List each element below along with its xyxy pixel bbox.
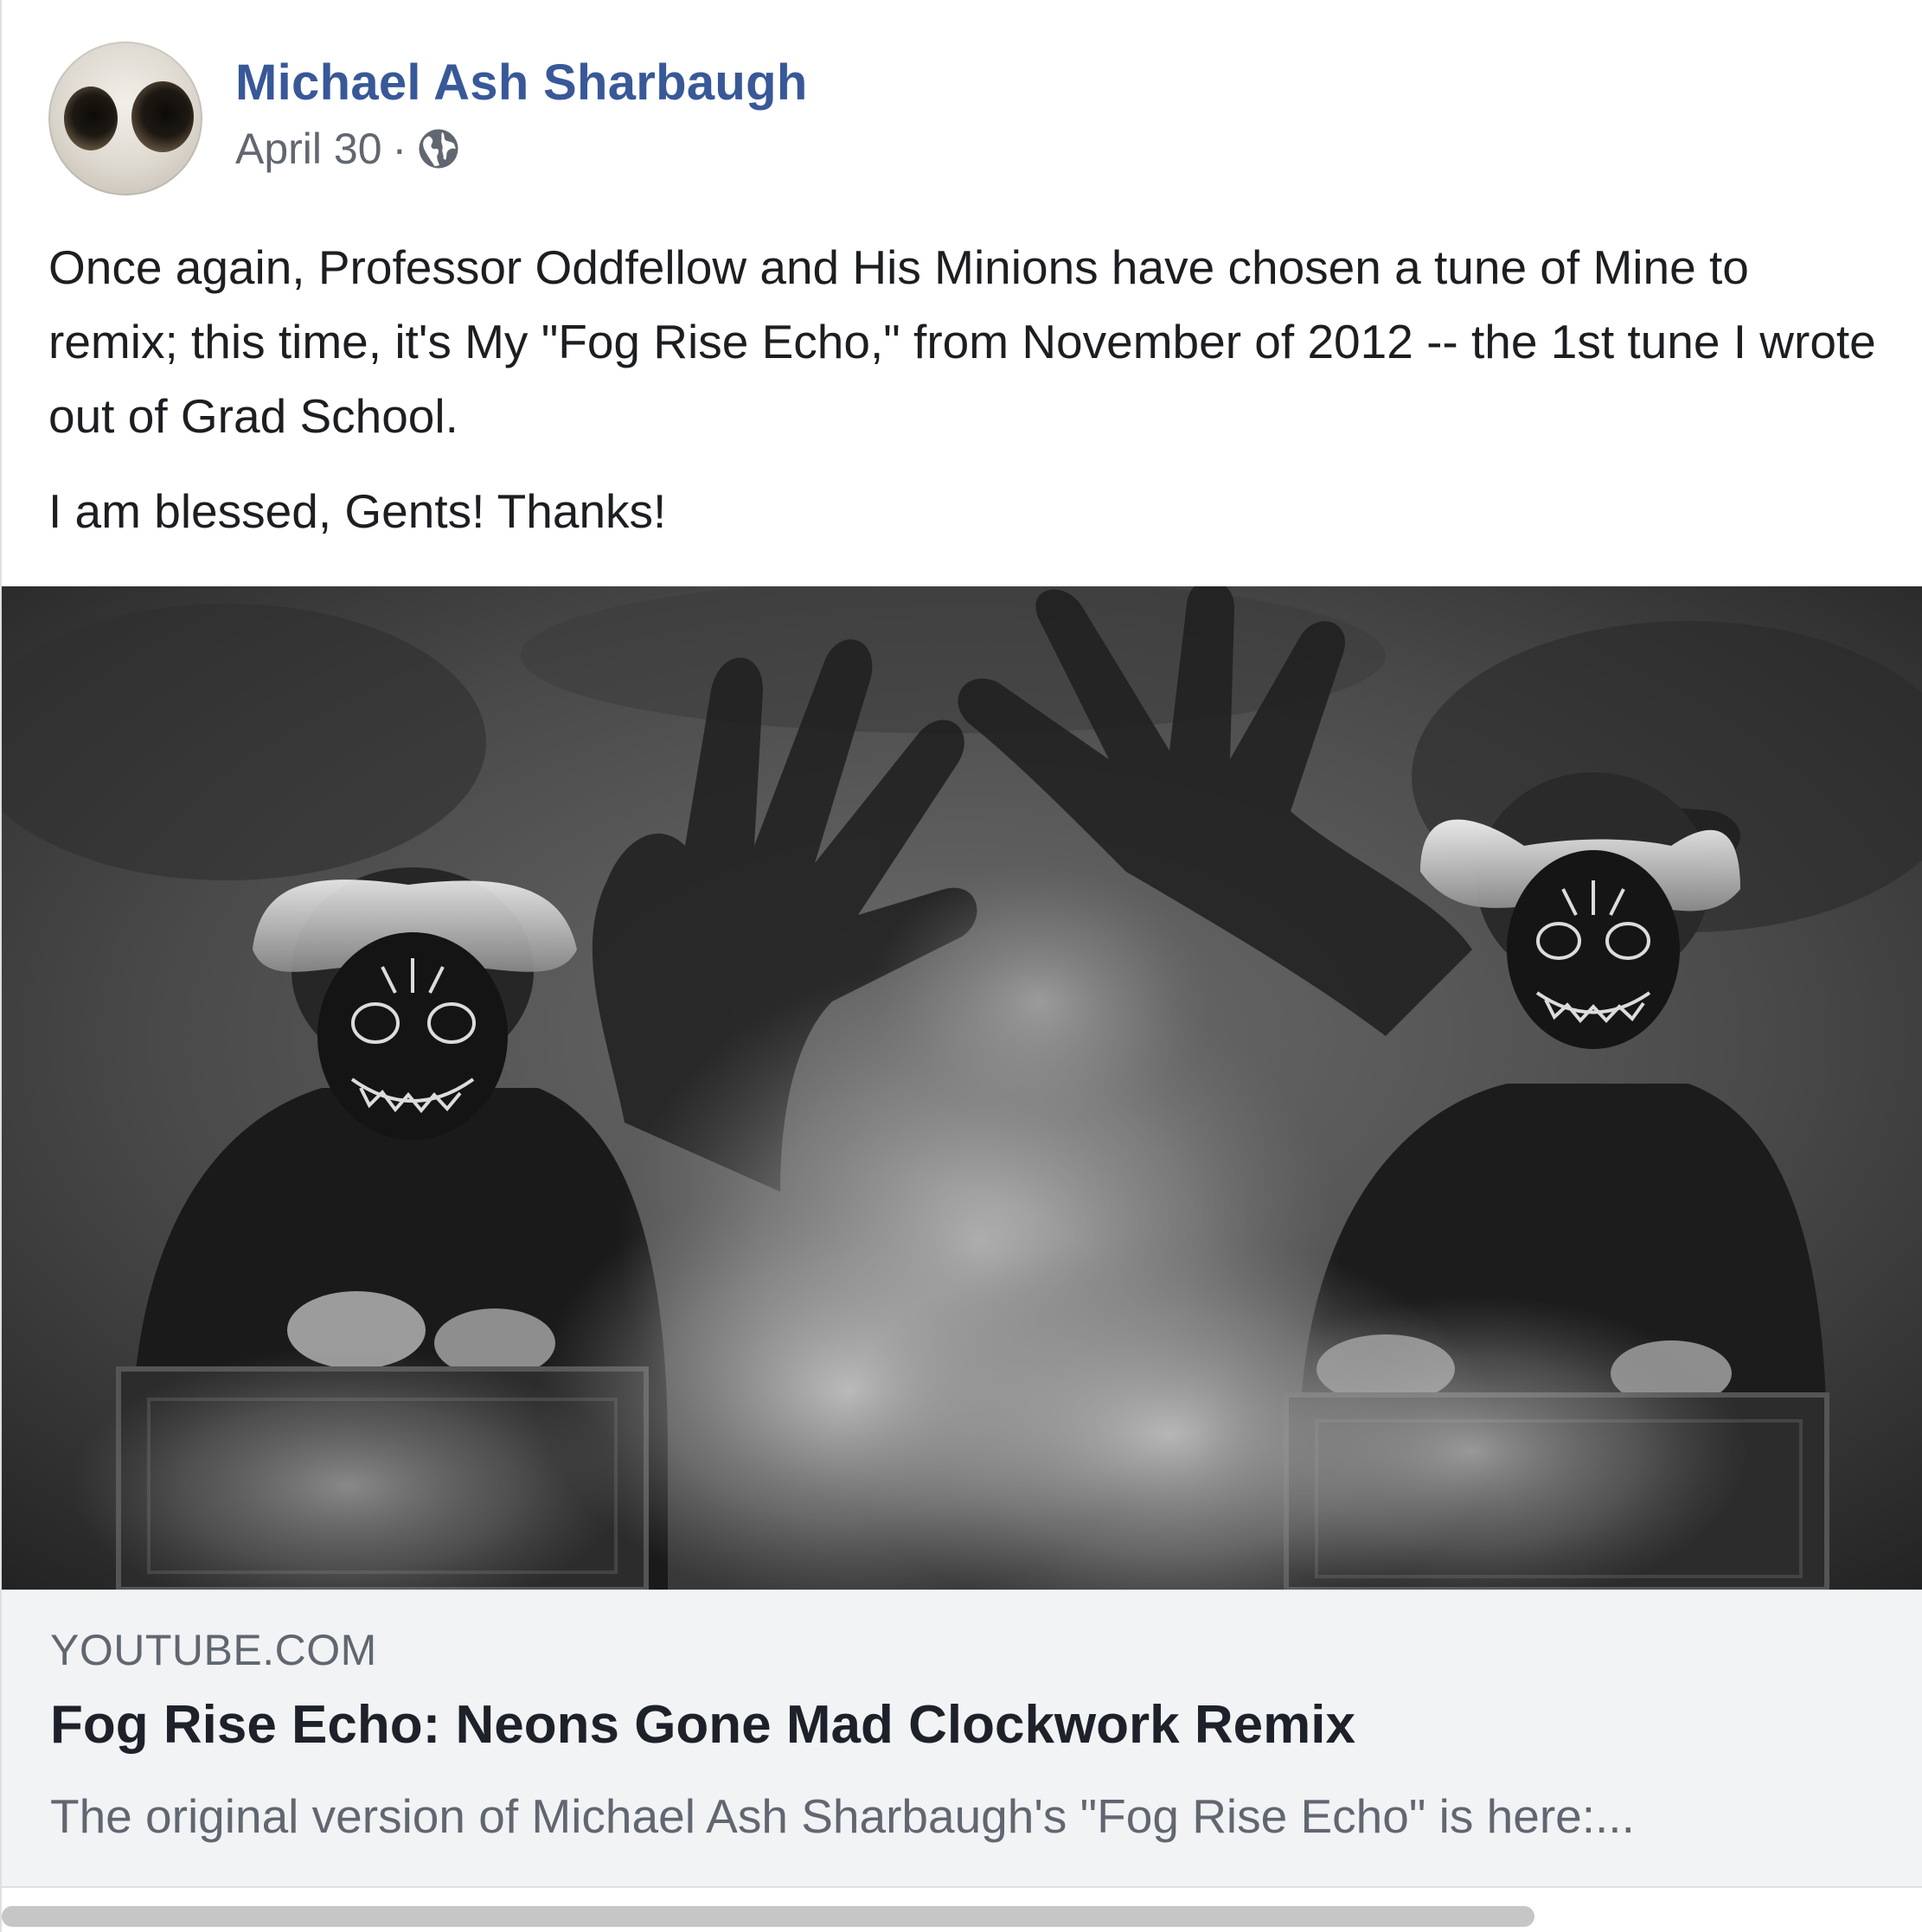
facebook-post: Michael Ash Sharbaugh April 30 · Once ag… <box>0 0 1922 1932</box>
post-subline: April 30 · <box>235 123 808 175</box>
author-name-link[interactable]: Michael Ash Sharbaugh <box>235 52 808 114</box>
avatar-image-detail <box>131 81 194 152</box>
post-paragraph: Once again, Professor Oddfellow and His … <box>48 240 1876 443</box>
link-preview-image[interactable] <box>2 586 1922 1590</box>
post-meta: Michael Ash Sharbaugh April 30 · <box>235 52 808 175</box>
post-header: Michael Ash Sharbaugh April 30 · <box>48 42 808 195</box>
separator-dot: · <box>392 125 407 173</box>
horizontal-scrollbar[interactable] <box>2 1901 1922 1932</box>
globe-icon[interactable] <box>415 125 462 172</box>
post-paragraph: I am blessed, Gents! Thanks! <box>48 484 667 538</box>
avatar[interactable] <box>48 42 202 195</box>
link-domain: YOUTUBE.COM <box>50 1626 377 1674</box>
link-title[interactable]: Fog Rise Echo: Neons Gone Mad Clockwork … <box>50 1692 1355 1758</box>
post-body: Once again, Professor Oddfellow and His … <box>48 230 1882 548</box>
masked-figures-image <box>2 586 1922 1590</box>
scrollbar-thumb[interactable] <box>2 1906 1534 1927</box>
link-preview-card[interactable]: YOUTUBE.COM Fog Rise Echo: Neons Gone Ma… <box>2 1590 1922 1888</box>
post-date[interactable]: April 30 <box>235 123 382 175</box>
avatar-image-detail <box>64 86 118 150</box>
link-description: The original version of Michael Ash Shar… <box>50 1789 1635 1843</box>
